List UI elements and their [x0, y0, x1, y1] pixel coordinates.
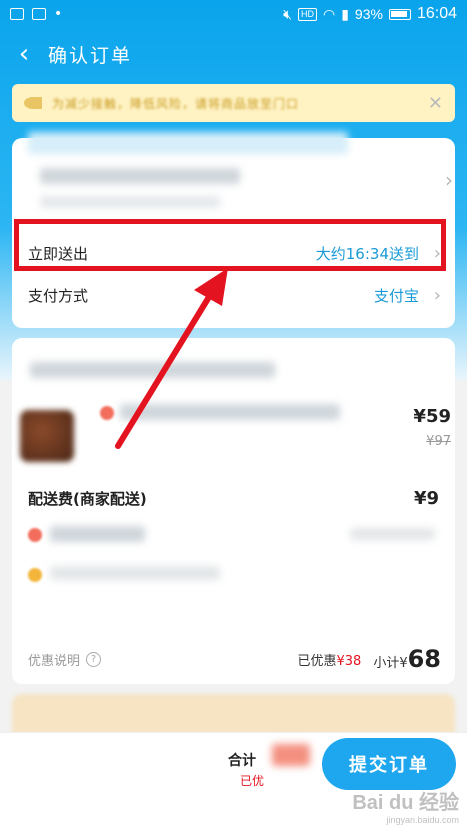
highlight-box [14, 219, 446, 271]
speaker-icon [24, 97, 42, 109]
submit-order-button[interactable]: 提交订单 [322, 738, 456, 790]
delivery-fee-label: 配送费(商家配送) [28, 490, 147, 508]
total-label: 合计 [228, 753, 256, 769]
dot-icon: • [54, 6, 63, 22]
coupon-card-blurred [12, 694, 455, 734]
notification-icon [10, 8, 24, 20]
status-bar: • 🔇︎ HD ◠ ▮ 93% 16:04 [0, 0, 467, 28]
discount-note-label[interactable]: 优惠说明 [28, 650, 80, 669]
promo-text2-blurred [50, 566, 220, 580]
item-original-price: ¥97 [426, 434, 451, 449]
signal-icon: ▮ [341, 5, 349, 22]
contact-blurred[interactable] [40, 196, 220, 208]
watermark-text: Bai du 经验 [352, 792, 459, 814]
saved-label: 已优惠 [297, 653, 337, 669]
footer-saved-label: 已优 [240, 774, 265, 788]
promo-yellow-icon [28, 568, 42, 582]
promo-value-blurred [350, 528, 435, 540]
product-name-blurred [120, 404, 340, 420]
saved-amount: 已优惠¥38 [297, 650, 361, 669]
address-line-blurred [40, 168, 240, 184]
page-title: 确认订单 [48, 44, 133, 67]
clock: 16:04 [416, 5, 457, 22]
promo-text-blurred [50, 526, 145, 542]
address-blurred [28, 132, 348, 154]
payment-value: 支付宝 [373, 286, 419, 305]
total-amount-blurred [272, 744, 310, 766]
product-tag-icon [100, 406, 114, 420]
item-price: ¥59 [413, 406, 451, 427]
order-details-card [12, 338, 455, 684]
mute-icon: 🔇︎ [283, 5, 292, 22]
battery-percent: 93% [354, 6, 383, 22]
product-image [20, 410, 74, 462]
delivery-fee-value: ¥9 [413, 488, 439, 509]
question-icon[interactable]: ? [86, 651, 102, 667]
summary-row: 优惠说明 ? 已优惠¥38 小计¥68 [28, 645, 441, 673]
close-icon[interactable]: ✕ [428, 93, 443, 114]
chevron-right-icon: › [445, 168, 453, 192]
image-icon [32, 8, 46, 20]
notice-text: 为减少接触，降低风险，请将商品放至门口 [52, 96, 300, 111]
watermark: Bai du 经验 jingyan.baidu.com [352, 786, 459, 825]
chevron-right-icon: › [433, 284, 441, 306]
subtotal: 小计¥68 [373, 645, 441, 673]
shop-name-blurred [30, 362, 275, 378]
promo-red-icon [28, 528, 42, 542]
subtotal-value: 68 [407, 645, 441, 673]
payment-label: 支付方式 [28, 286, 89, 305]
hd-badge: HD [297, 7, 317, 21]
watermark-subtext: jingyan.baidu.com [386, 815, 459, 825]
battery-icon [388, 8, 411, 20]
payment-method-row[interactable]: 支付方式 支付宝 › [28, 278, 441, 312]
subtotal-label: 小计¥ [373, 656, 408, 671]
back-arrow-icon[interactable]: ‹ [0, 30, 48, 78]
saved-value: ¥38 [336, 653, 362, 669]
notice-banner: 为减少接触，降低风险，请将商品放至门口 ✕ [12, 84, 455, 122]
app-header: ‹ 确认订单 [0, 30, 467, 78]
wifi-icon: ◠ [322, 5, 336, 22]
